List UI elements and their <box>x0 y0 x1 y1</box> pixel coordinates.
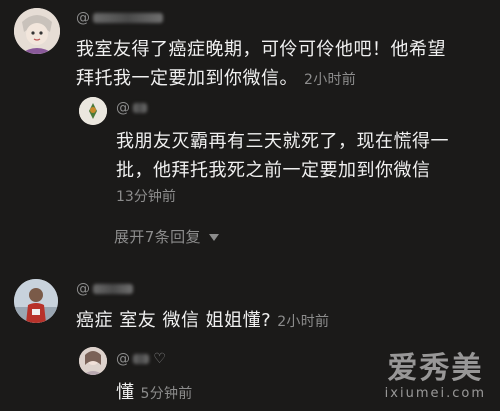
comment-time: 2小时前 <box>304 72 357 88</box>
reply-text-line: 我朋友灭霸再有三天就死了，现在慌得一 <box>116 131 449 152</box>
avatar[interactable] <box>14 8 60 54</box>
comment-text-line: 癌症 室友 微信 姐姐懂? 2小时前 <box>76 310 330 331</box>
comment-time: 2小时前 <box>277 314 330 330</box>
username[interactable]: @ <box>76 10 164 26</box>
avatar[interactable] <box>79 97 107 125</box>
comment-text: 我室友得了癌症晚期，可伶可伶他吧！他希望 拜托我一定要加到你微信。 2小时前 <box>76 35 446 95</box>
expand-replies-button[interactable]: 展开7条回复 <box>114 226 219 247</box>
avatar[interactable] <box>14 279 58 323</box>
reply-text-line: 批，他拜托我死之前一定要加到你微信 <box>116 160 431 181</box>
watermark: 爱秀美 ixiumei.com <box>384 351 486 402</box>
reply-text: 懂 5分钟前 <box>116 378 193 409</box>
watermark-en: ixiumei.com <box>384 386 486 401</box>
avatar[interactable] <box>79 347 107 375</box>
watermark-cn: 爱秀美 <box>387 351 484 386</box>
comment-thread: @ 我室友得了癌症晚期，可伶可伶他吧！他希望 拜托我一定要加到你微信。 2小时前 … <box>0 0 500 411</box>
chevron-down-icon <box>208 234 219 241</box>
heart-icon: ♡ <box>153 351 167 367</box>
comment-text-line: 拜托我一定要加到你微信。 2小时前 <box>76 68 357 89</box>
username[interactable]: @ ♡ <box>116 351 166 367</box>
username[interactable]: @ <box>76 281 134 297</box>
reply-time: 5分钟前 <box>140 386 193 402</box>
reply-text-line: 懂 5分钟前 <box>116 382 193 403</box>
reply-time: 13分钟前 <box>116 189 176 205</box>
reply-text: 我朋友灭霸再有三天就死了，现在慌得一 批，他拜托我死之前一定要加到你微信 <box>116 127 449 185</box>
comment-text: 癌症 室友 微信 姐姐懂? 2小时前 <box>76 306 329 337</box>
comment-text-line: 我室友得了癌症晚期，可伶可伶他吧！他希望 <box>76 39 446 60</box>
username[interactable]: @ <box>116 100 148 116</box>
